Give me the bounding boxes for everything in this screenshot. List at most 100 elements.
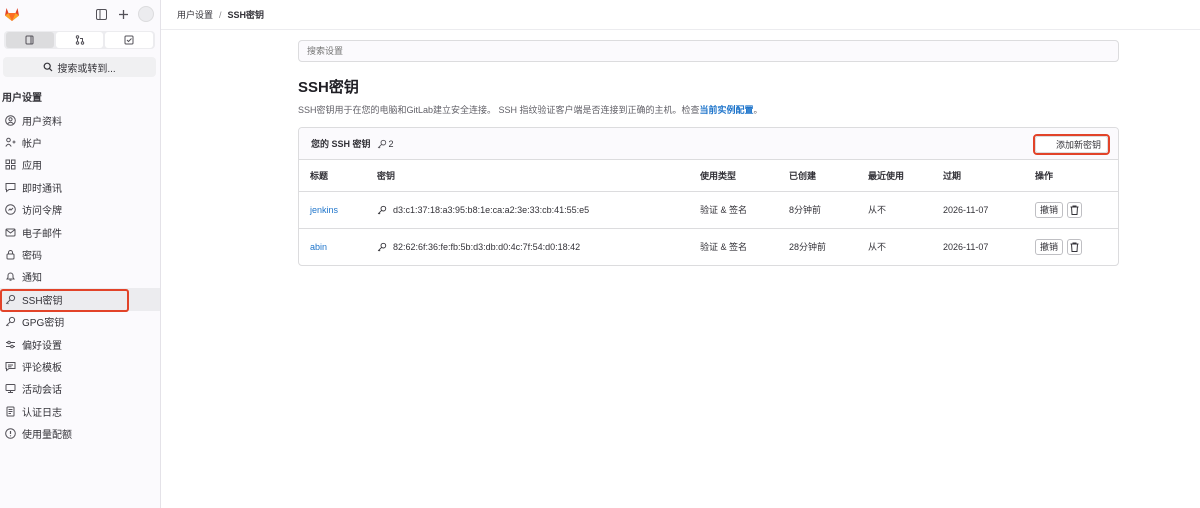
sidebar-item-email[interactable]: 电子邮件 [0, 221, 160, 243]
key-title-link[interactable]: jenkins [310, 205, 338, 215]
sidebar-item-label: 访问令牌 [22, 206, 62, 218]
sidebar-item-label: 电子邮件 [22, 228, 62, 240]
bell-icon [4, 271, 16, 283]
sidebar-item-access-tokens[interactable]: 访问令牌 [0, 199, 160, 221]
table-header-row: 标题 密钥 使用类型 已创建 最近使用 过期 操作 [299, 160, 1118, 192]
sessions-icon [4, 383, 16, 395]
key-icon [377, 139, 387, 149]
email-icon [4, 226, 16, 238]
lock-icon [4, 249, 16, 261]
revoke-button[interactable]: 撤销 [1035, 238, 1064, 255]
sidebar-item-label: 帐户 [22, 139, 42, 151]
sidebar-section-title: 用户设置 [2, 93, 42, 104]
sidebar-item-active-sessions[interactable]: 活动会话 [0, 378, 160, 400]
expires-at: 2026-11-07 [943, 241, 989, 252]
key-fingerprint: d3:c1:37:18:a3:95:b8:1e:ca:a2:3e:33:cb:4… [377, 205, 689, 215]
account-icon [4, 137, 16, 149]
key-icon [377, 205, 387, 215]
search-icon [43, 62, 53, 72]
applications-icon [4, 159, 16, 171]
instance-config-link[interactable]: 当前实例配置 [700, 105, 754, 115]
ssh-keys-card: 您的 SSH 密钥 2 添加新密钥 标题 密钥 使用类型 已创建 最近使用 过期… [298, 127, 1119, 266]
sidebar-segmented-control [4, 31, 155, 49]
col-key: 密钥 [366, 160, 689, 192]
key-count-value: 2 [388, 138, 394, 149]
settings-search-input[interactable] [298, 40, 1119, 62]
sidebar-item-password[interactable]: 密码 [0, 243, 160, 265]
sidebar-item-profile[interactable]: 用户资料 [0, 109, 160, 131]
col-usage: 使用类型 [689, 160, 778, 192]
sidebar-nav: 用户资料 帐户 应用 即时通讯 访问令牌 电子邮件 密码 通知 SSH密钥 GP… [0, 109, 160, 445]
sidebar-item-gpg-keys[interactable]: GPG密钥 [0, 311, 160, 333]
sidebar-item-label: 通知 [22, 273, 42, 285]
sidebar-item-label: 认证日志 [22, 407, 62, 419]
token-icon [4, 204, 16, 216]
description-end: 。 [753, 105, 763, 115]
created-at: 28分钟前 [789, 242, 827, 253]
page-title: SSH密钥 [298, 79, 359, 96]
sidebar-item-preferences[interactable]: 偏好设置 [0, 333, 160, 355]
sidebar-item-notifications[interactable]: 通知 [0, 266, 160, 288]
sidebar-toggle-icon[interactable] [94, 7, 108, 21]
gitlab-logo-icon[interactable] [4, 6, 20, 22]
sidebar-item-account[interactable]: 帐户 [0, 131, 160, 153]
ssh-keys-table: 标题 密钥 使用类型 已创建 最近使用 过期 操作 jenkins d3:c1:… [299, 160, 1118, 265]
breadcrumb: 用户设置 / SSH密钥 [161, 0, 1200, 30]
log-icon [4, 405, 16, 417]
sidebar-item-applications[interactable]: 应用 [0, 154, 160, 176]
expires-at: 2026-11-07 [932, 191, 1024, 229]
last-used: 从不 [857, 191, 932, 229]
usage-type: 验证 & 签名 [689, 191, 778, 229]
main-content: SSH密钥 SSH密钥用于在您的电脑和GitLab建立安全连接。 SSH 指纹验… [298, 40, 1119, 266]
key-icon [377, 242, 387, 252]
profile-icon [4, 114, 16, 126]
key-title-link[interactable]: abin [310, 242, 327, 252]
last-used: 从不 [868, 242, 887, 253]
breadcrumb-separator: / [219, 9, 222, 20]
trash-icon [1070, 205, 1079, 215]
col-title: 标题 [299, 160, 366, 192]
row-actions: 撤销 [1035, 238, 1118, 255]
sidebar-item-label: 应用 [22, 161, 42, 173]
sidebar-item-label: GPG密钥 [22, 318, 65, 330]
sidebar: 搜索或转到... 用户设置 用户资料 帐户 应用 即时通讯 访问令牌 电子邮件 [0, 0, 161, 508]
sidebar-item-chat[interactable]: 即时通讯 [0, 176, 160, 198]
avatar[interactable] [138, 6, 154, 22]
card-header: 您的 SSH 密钥 2 添加新密钥 [299, 128, 1118, 160]
card-title: 您的 SSH 密钥 [311, 139, 371, 149]
delete-button[interactable] [1067, 238, 1083, 255]
issues-tab-icon[interactable] [6, 32, 54, 48]
table-row: jenkins d3:c1:37:18:a3:95:b8:1e:ca:a2:3e… [299, 191, 1118, 229]
merge-requests-tab-icon[interactable] [55, 32, 104, 48]
todo-tab-icon[interactable] [105, 32, 154, 48]
revoke-button[interactable]: 撤销 [1035, 201, 1064, 218]
col-created: 已创建 [778, 160, 857, 192]
breadcrumb-current[interactable]: SSH密钥 [228, 8, 265, 21]
sidebar-item-label: 使用量配额 [22, 430, 72, 442]
comment-icon [4, 360, 16, 372]
key-fingerprint: 82:62:6f:36:fe:fb:5b:d3:db:d0:4c:7f:54:d… [377, 242, 689, 252]
key-icon [4, 293, 16, 305]
chat-icon [4, 181, 16, 193]
sidebar-item-usage-quotas[interactable]: 使用量配额 [0, 422, 160, 444]
breadcrumb-parent[interactable]: 用户设置 [177, 8, 213, 21]
plus-icon[interactable] [116, 7, 130, 21]
search-or-go-to-button[interactable]: 搜索或转到... [3, 57, 156, 77]
delete-button[interactable] [1067, 201, 1083, 218]
add-new-key-button[interactable]: 添加新密钥 [1032, 134, 1111, 155]
key-icon [4, 316, 16, 328]
sidebar-item-auth-log[interactable]: 认证日志 [0, 400, 160, 422]
sidebar-item-ssh-keys[interactable]: SSH密钥 [0, 288, 160, 313]
sidebar-header [0, 0, 160, 30]
quota-icon [4, 428, 16, 440]
sidebar-item-label: 评论模板 [22, 362, 62, 374]
sidebar-item-comment-templates[interactable]: 评论模板 [0, 355, 160, 377]
key-count: 2 [377, 139, 394, 149]
col-last-used: 最近使用 [857, 160, 932, 192]
trash-icon [1070, 242, 1079, 252]
created-at: 8分钟前 [778, 191, 857, 229]
preferences-icon [4, 338, 16, 350]
row-actions: 撤销 [1035, 201, 1118, 218]
sidebar-item-label: 密码 [22, 251, 42, 263]
col-actions: 操作 [1024, 160, 1118, 192]
